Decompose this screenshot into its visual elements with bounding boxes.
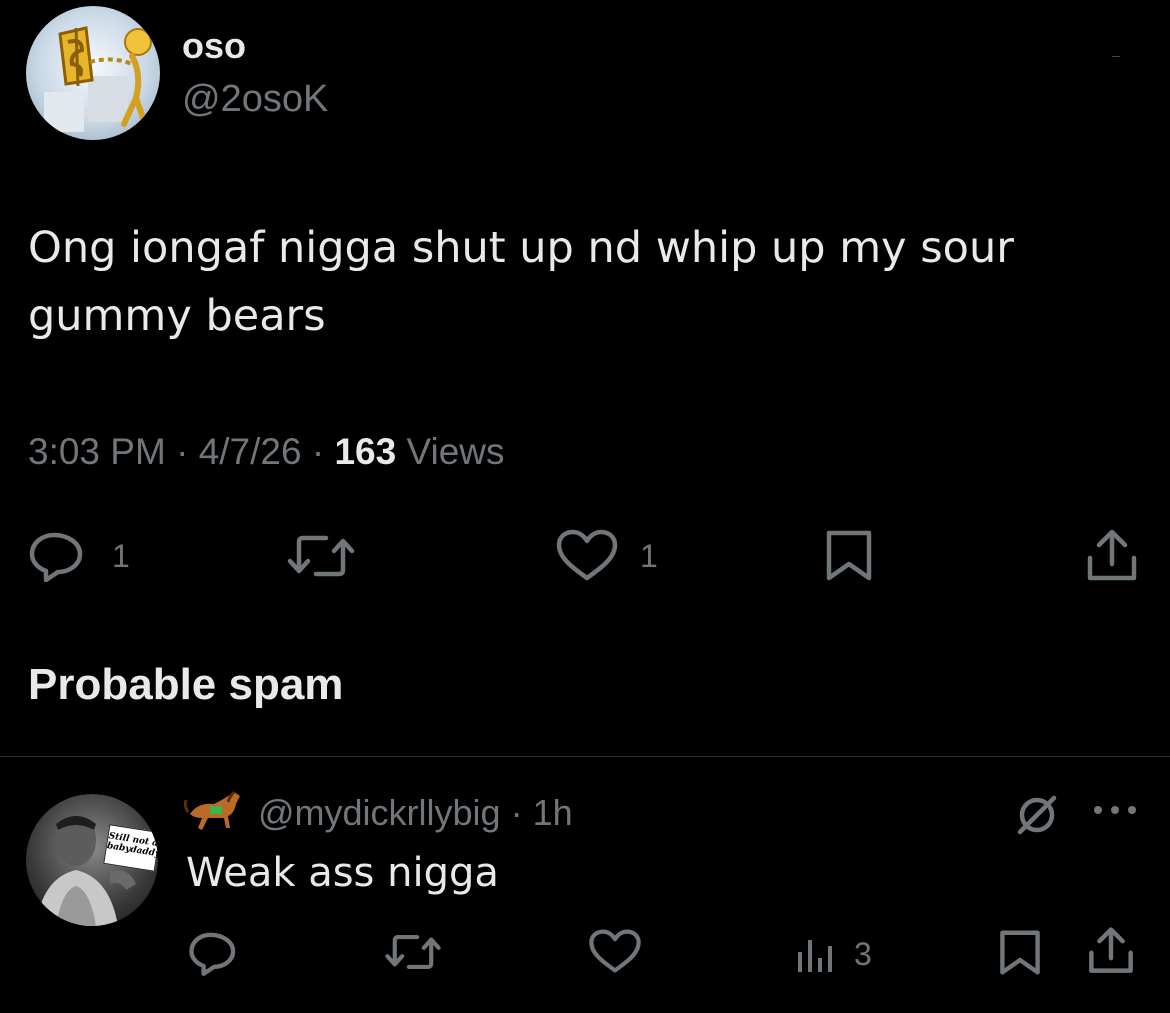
heart-icon (589, 929, 641, 973)
author-handle[interactable]: @2osoK (182, 78, 328, 120)
reply-share-button[interactable] (1086, 926, 1136, 976)
tweet-text-line-2: gummy bears (28, 291, 326, 341)
tweet-date[interactable]: 4/7/26 (199, 431, 302, 472)
tweet-text-line-1: Ong iongaf nigga shut up nd whip up my s… (28, 223, 1014, 273)
like-count: 1 (640, 538, 658, 574)
reply-retweet-button[interactable] (384, 930, 442, 974)
tweet-meta: 3:03 PM · 4/7/26 · 163 Views (28, 428, 505, 476)
bookmark-icon (826, 530, 872, 581)
reply-meta-separator: · (510, 792, 523, 833)
more-options-button[interactable] (1090, 800, 1140, 820)
reply-handle[interactable]: @mydickrllybig (258, 792, 501, 833)
reply-button[interactable] (28, 530, 88, 582)
like-button[interactable] (555, 528, 619, 582)
avatar-sign: Still not a babydaddy (103, 824, 158, 872)
retweet-icon (287, 535, 355, 577)
share-icon (1087, 529, 1137, 581)
tweet-time[interactable]: 3:03 PM (28, 431, 166, 472)
avatar-sign-text: Still not a babydaddy (106, 831, 158, 860)
dollar-sign-character-image (44, 26, 152, 132)
share-icon (1089, 927, 1133, 973)
meta-separator: · (176, 431, 189, 472)
hidden-reply-button[interactable] (1014, 792, 1060, 838)
hidden-slash-icon (1017, 795, 1057, 835)
reply-views-button[interactable] (794, 930, 838, 974)
reply-icon (29, 532, 83, 582)
views-label: Views (406, 431, 505, 472)
reply-author-avatar[interactable]: Still not a babydaddy (26, 794, 158, 926)
reply-reply-button[interactable] (188, 930, 240, 976)
more-icon (1094, 806, 1136, 814)
views-count[interactable]: 163 (334, 431, 396, 472)
reply-icon (189, 932, 236, 976)
section-heading: Probable spam (28, 660, 344, 709)
bookmark-button[interactable] (824, 528, 874, 584)
retweet-button[interactable] (286, 530, 356, 582)
section-divider (0, 756, 1170, 757)
reply-meta: @mydickrllybig · 1h (258, 790, 573, 836)
reply-text: Weak ass nigga (186, 850, 499, 896)
heart-icon (556, 529, 618, 581)
reply-bookmark-button[interactable] (998, 928, 1042, 978)
meta-separator: · (311, 431, 325, 472)
reply-views-count: 3 (854, 936, 872, 972)
author-display-name[interactable]: oso (182, 26, 246, 66)
horse-emoji-icon (184, 788, 246, 834)
author-avatar[interactable] (26, 6, 160, 140)
retweet-icon (385, 935, 441, 969)
reply-like-button[interactable] (588, 928, 642, 974)
bookmark-icon (1000, 930, 1040, 975)
reply-time[interactable]: 1h (533, 792, 573, 833)
views-icon (798, 940, 832, 972)
top-right-mark (1112, 56, 1120, 57)
reply-count: 1 (112, 538, 130, 574)
share-button[interactable] (1084, 528, 1140, 584)
